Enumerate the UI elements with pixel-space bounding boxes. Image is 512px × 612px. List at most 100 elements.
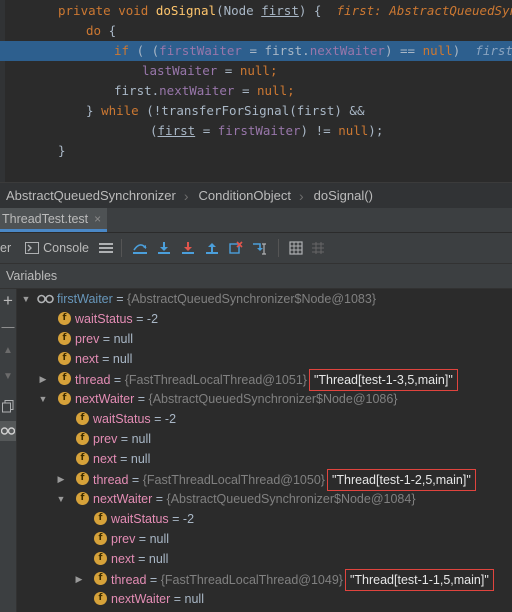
code-token: do: [86, 23, 102, 38]
copy-icon[interactable]: [0, 397, 16, 416]
tree-row-wait-status[interactable]: f waitStatus = -2: [17, 409, 512, 429]
tree-row-next[interactable]: f next = null: [17, 349, 512, 369]
tree-row-next-waiter[interactable]: f nextWaiter = null: [17, 589, 512, 609]
tree-row-thread[interactable]: ▶ f thread = {FastThreadLocalThread@1049…: [17, 569, 512, 591]
tree-row-thread[interactable]: ▶ f thread = {FastThreadLocalThread@1050…: [17, 469, 512, 491]
glasses-icon: [37, 294, 54, 304]
code-token: first.: [114, 83, 160, 98]
variable-name: next: [75, 352, 99, 366]
code-token: );: [368, 123, 384, 138]
tree-row-wait-status[interactable]: f waitStatus = -2: [17, 509, 512, 529]
expanded-arrow-icon[interactable]: ▼: [37, 389, 49, 409]
variable-name: waitStatus: [75, 312, 133, 326]
variable-name: nextWaiter: [75, 392, 135, 406]
field-icon: f: [76, 472, 89, 485]
breadcrumb-method[interactable]: doSignal(): [308, 188, 381, 203]
expanded-arrow-icon[interactable]: ▼: [20, 289, 32, 309]
equals-sign: =: [110, 373, 125, 387]
run-to-cursor-icon: [253, 243, 266, 255]
code-token: ;: [269, 63, 278, 78]
code-token: while: [101, 103, 139, 118]
code-line-1: private void doSignal(Node first) { firs…: [0, 1, 512, 21]
variables-title: Variables: [6, 269, 58, 283]
equals-sign: =: [112, 292, 128, 306]
variable-value: -2: [146, 312, 159, 326]
tree-row-prev[interactable]: f prev = null: [17, 329, 512, 349]
tab-debugger[interactable]: er: [0, 241, 25, 255]
move-down-icon[interactable]: ▼: [0, 371, 16, 382]
field-icon: f: [94, 572, 107, 585]
hamburger-icon: [99, 243, 113, 253]
collapsed-arrow-icon[interactable]: ▶: [37, 369, 49, 389]
variable-value: null: [184, 592, 204, 606]
code-token: lastWaiter: [142, 63, 218, 78]
field-icon: f: [94, 512, 107, 525]
calculator-icon: [289, 241, 303, 255]
code-token: doSignal: [155, 3, 217, 18]
force-step-into-button[interactable]: [176, 237, 200, 259]
expanded-arrow-icon[interactable]: ▼: [55, 489, 67, 509]
debug-toolbar: er Console: [0, 233, 512, 264]
variable-name: next: [93, 452, 117, 466]
code-editor[interactable]: private void doSignal(Node first) { firs…: [0, 0, 512, 182]
thread-string-value: "Thread[test-1-3,5,main]": [308, 369, 458, 391]
code-token: ;: [287, 83, 295, 98]
evaluate-expression-button[interactable]: [285, 237, 307, 259]
equals-sign: =: [134, 552, 149, 566]
code-line-2: do {: [0, 21, 512, 41]
field-icon: f: [76, 452, 89, 465]
step-out-button[interactable]: [200, 237, 224, 259]
variable-name: waitStatus: [93, 412, 151, 426]
variable-type: {FastThreadLocalThread@1051}: [124, 373, 307, 387]
close-icon[interactable]: ×: [94, 212, 101, 226]
step-over-button[interactable]: [128, 237, 152, 259]
equals-sign: =: [117, 432, 132, 446]
menu-button[interactable]: [97, 237, 115, 259]
force-step-into-icon: [182, 242, 194, 254]
field-icon: f: [58, 372, 71, 385]
tree-row-thread[interactable]: ▶ f thread = {FastThreadLocalThread@1051…: [17, 369, 512, 391]
code-token: ( (: [129, 43, 160, 58]
run-to-cursor-button[interactable]: [248, 237, 272, 259]
remove-watch-icon[interactable]: —: [0, 319, 16, 334]
tree-row-next[interactable]: f next = null: [17, 449, 512, 469]
field-icon: f: [76, 412, 89, 425]
step-into-button[interactable]: [152, 237, 176, 259]
tree-row-prev[interactable]: f prev = null: [17, 529, 512, 549]
drop-frame-button[interactable]: [224, 237, 248, 259]
collapsed-arrow-icon[interactable]: ▶: [55, 469, 67, 489]
variable-value: null: [130, 452, 151, 466]
variables-tree[interactable]: ▼ firstWaiter = {AbstractQueuedSynchroni…: [17, 289, 512, 612]
variable-name: thread: [75, 373, 111, 387]
code-token: }: [86, 103, 102, 118]
breadcrumb-class[interactable]: AbstractQueuedSynchronizer: [0, 188, 184, 203]
tab-thread-test[interactable]: ThreadTest.test ×: [0, 208, 108, 232]
variable-name: waitStatus: [111, 512, 169, 526]
variable-name: firstWaiter: [57, 292, 113, 306]
code-token: (: [150, 123, 158, 138]
collapsed-arrow-icon[interactable]: ▶: [73, 569, 85, 589]
tab-label: ThreadTest.test: [2, 211, 89, 226]
tree-row-next[interactable]: f next = null: [17, 549, 512, 569]
code-line-4: lastWaiter = null;: [0, 61, 512, 81]
step-over-icon: [133, 244, 147, 254]
code-token: private: [58, 3, 119, 18]
variable-value: null: [113, 332, 134, 346]
tree-row-wait-status[interactable]: f waitStatus = -2: [17, 309, 512, 329]
show-watches-icon[interactable]: [0, 421, 16, 441]
equals-sign: =: [170, 592, 185, 606]
trace-stream-button[interactable]: [307, 237, 329, 259]
tree-row-next-waiter[interactable]: ▼ f nextWaiter = {AbstractQueuedSynchron…: [17, 489, 512, 509]
breadcrumb-inner-class[interactable]: ConditionObject: [192, 188, 299, 203]
move-up-icon[interactable]: ▲: [0, 345, 16, 356]
code-token: = first.: [241, 43, 310, 58]
tree-row-first-waiter[interactable]: ▼ firstWaiter = {AbstractQueuedSynchroni…: [17, 289, 512, 309]
variable-value: null: [148, 552, 169, 566]
tree-row-next-waiter[interactable]: ▼ f nextWaiter = {AbstractQueuedSynchron…: [17, 389, 512, 409]
variables-side-toolbar: + — ▲ ▼: [0, 289, 17, 612]
code-token: firstWaiter: [217, 123, 301, 138]
add-watch-icon[interactable]: +: [0, 291, 16, 311]
tab-console[interactable]: Console: [25, 237, 97, 259]
tree-row-prev[interactable]: f prev = null: [17, 429, 512, 449]
code-line-6: } while (!transferForSignal(first) &&: [0, 101, 512, 121]
